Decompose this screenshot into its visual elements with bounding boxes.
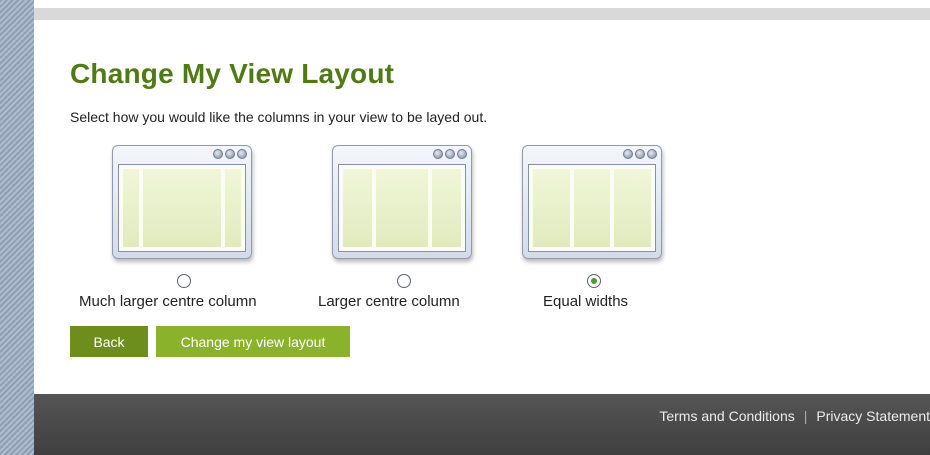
left-decorative-stripe [0, 0, 34, 455]
radio-equal-widths[interactable] [587, 274, 601, 288]
window-icon [332, 145, 472, 259]
columns-preview [338, 164, 466, 252]
footer [34, 394, 930, 455]
change-layout-button[interactable]: Change my view layout [156, 326, 350, 357]
window-controls-icon [623, 149, 657, 159]
terms-link[interactable]: Terms and Conditions [659, 408, 794, 424]
footer-links: Terms and Conditions | Privacy Statement [659, 408, 930, 424]
window-icon [112, 145, 252, 259]
layout-preview-much-larger-centre[interactable] [112, 145, 252, 259]
radio-much-larger-centre[interactable] [177, 274, 191, 288]
window-controls-icon [213, 149, 247, 159]
window-controls-icon [433, 149, 467, 159]
option-label-equal-widths: Equal widths [543, 293, 629, 310]
layout-preview-larger-centre[interactable] [332, 145, 472, 259]
page-title: Change My View Layout [70, 58, 395, 89]
intro-text: Select how you would like the columns in… [70, 109, 488, 125]
top-bar [34, 0, 930, 8]
columns-preview [528, 164, 656, 252]
window-icon [522, 145, 662, 259]
columns-preview [118, 164, 246, 252]
privacy-link[interactable]: Privacy Statement [816, 408, 930, 424]
radio-larger-centre[interactable] [397, 274, 411, 288]
back-button[interactable]: Back [70, 326, 148, 357]
option-label-larger-centre: Larger centre column [318, 293, 460, 310]
footer-separator: | [803, 408, 808, 424]
option-label-much-larger-centre: Much larger centre column [79, 293, 257, 310]
layout-preview-equal-widths[interactable] [522, 145, 662, 259]
top-gray-band [34, 8, 930, 20]
